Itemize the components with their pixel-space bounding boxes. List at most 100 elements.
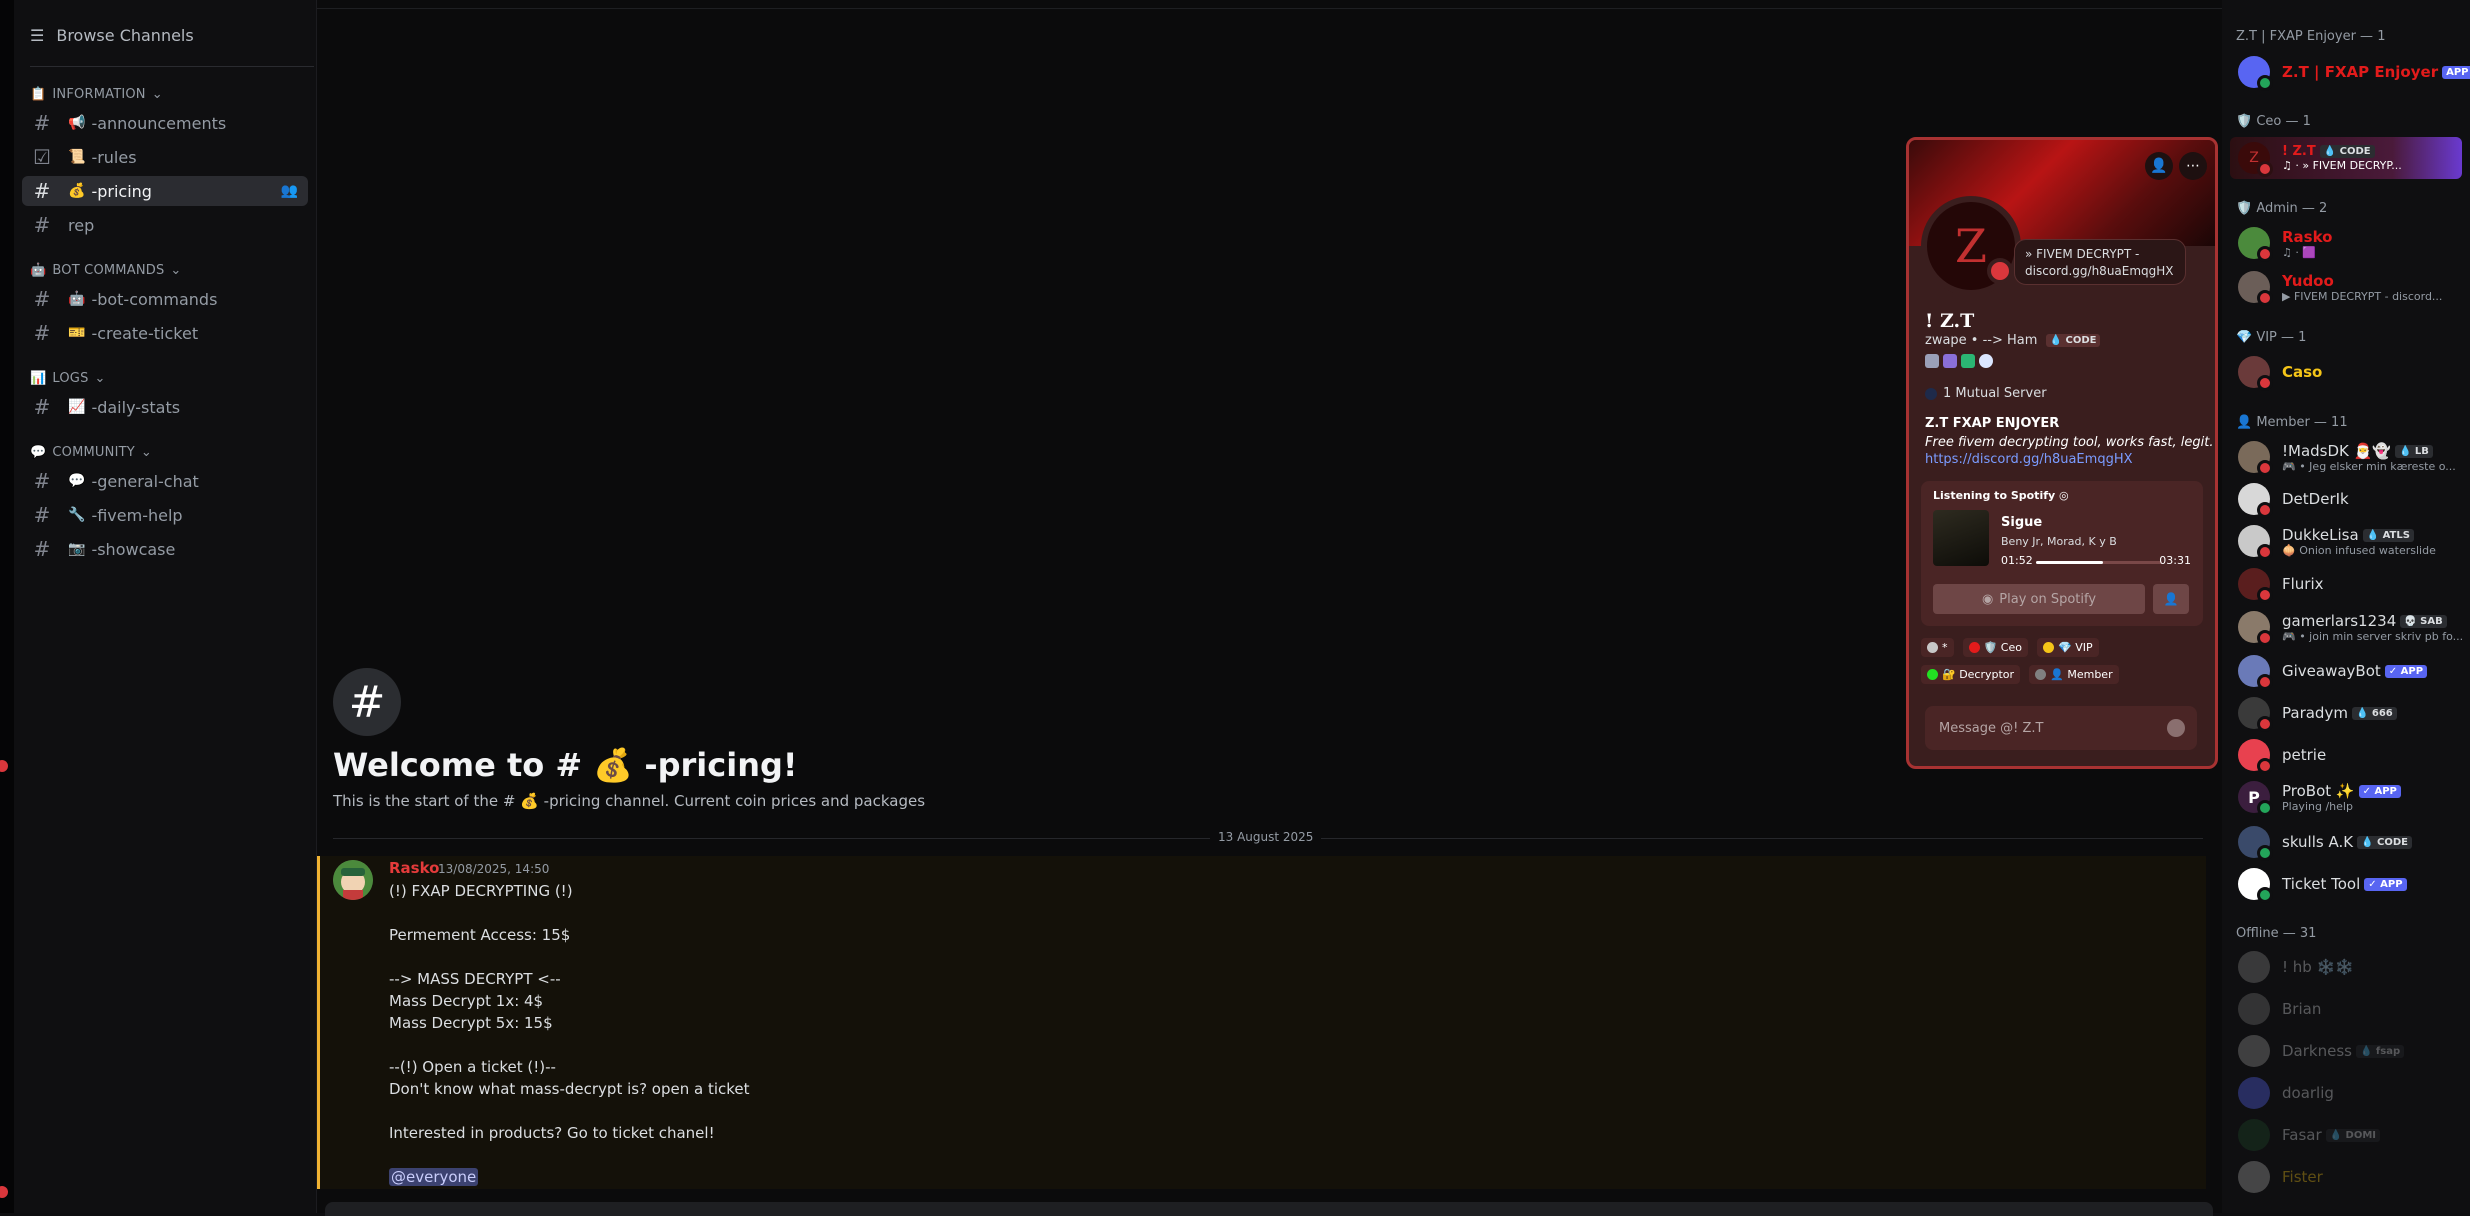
member-item-selected[interactable]: Z ! Z.T 💧 CODE ♫ · » FIVEM DECRYP...	[2230, 137, 2462, 179]
channel-emoji: 📷	[68, 541, 86, 557]
member-item[interactable]: Yudoo ▶ FIVEM DECRYPT - discord...	[2230, 268, 2462, 306]
category-logs[interactable]: 📊 LOGS ⌄	[30, 371, 106, 386]
more-icon[interactable]: ⋯	[2179, 152, 2207, 180]
avatar	[2238, 356, 2273, 391]
member-item[interactable]: Flurix	[2230, 565, 2462, 603]
message-line: (!) FXAP DECRYPTING (!)	[389, 882, 573, 900]
role-chip[interactable]: *	[1921, 638, 1954, 657]
progress-fill	[2036, 561, 2103, 564]
play-on-spotify-button[interactable]: ◉ Play on Spotify	[1933, 584, 2145, 614]
listen-along-button[interactable]: 👤	[2153, 584, 2189, 614]
member-item[interactable]: Z.T | FXAP Enjoyer APP	[2230, 53, 2470, 91]
song-artist[interactable]: Beny Jr, Morad, K y B	[2001, 535, 2117, 548]
role-color-dot	[2035, 669, 2047, 680]
category-label: LOGS	[52, 371, 89, 386]
spotify-icon: ◉	[1981, 591, 1994, 607]
profile-message-input[interactable]: Message @! Z.T	[1925, 706, 2197, 750]
hash-badge-icon[interactable]	[1961, 354, 1975, 368]
member-item[interactable]: doarlig	[2230, 1074, 2462, 1112]
channel-rep[interactable]: # rep	[22, 210, 308, 240]
channel-create-ticket[interactable]: # 🎫 -create-ticket	[22, 318, 308, 348]
channel-bot-commands[interactable]: # 🤖 -bot-commands	[22, 284, 308, 314]
category-label: COMMUNITY	[52, 445, 135, 460]
server-strip	[0, 0, 14, 1213]
channel-label: -announcements	[91, 113, 227, 133]
member-item[interactable]: Paradym 💧 666	[2230, 694, 2462, 732]
avatar: Z	[2238, 142, 2273, 177]
member-item[interactable]: petrie	[2230, 736, 2462, 774]
member-item[interactable]: !MadsDK 🎅👻 💧 LB 🎮 • Jeg elsker min kæreste…	[2230, 438, 2462, 476]
category-information[interactable]: 📋 INFORMATION ⌄	[30, 87, 163, 102]
chevron-down-icon: ⌄	[94, 371, 106, 386]
member-item[interactable]: DukkeLisa 💧 ATLS 🧅 Onion infused waterslid…	[2230, 522, 2462, 560]
emoji-icon[interactable]	[2167, 719, 2185, 737]
member-name: ! Z.T	[2282, 144, 2316, 159]
role-label: 🔐 Decryptor	[1942, 668, 2015, 681]
member-item[interactable]: Darkness 💧 fsap	[2230, 1032, 2462, 1070]
message-line: --(!) Open a ticket (!)--	[389, 1058, 556, 1076]
message-line: Mass Decrypt 5x: 15$	[389, 1014, 553, 1032]
hash-icon: #	[33, 213, 51, 237]
song-title[interactable]: Sigue	[2001, 515, 2042, 530]
member-item[interactable]: GiveawayBot ✓ APP	[2230, 652, 2462, 690]
hash-icon: #	[33, 111, 51, 135]
message-line	[389, 1034, 750, 1056]
channel-emoji: 🎫	[68, 325, 86, 341]
browse-channels-button[interactable]: ☰ Browse Channels	[30, 26, 194, 45]
role-chip[interactable]: 🔐 Decryptor	[1921, 665, 2021, 684]
channel-general-chat[interactable]: # 💬 -general-chat	[22, 466, 308, 496]
member-item[interactable]: Rasko ♫ · 🟪	[2230, 224, 2462, 262]
member-name: Paradym	[2282, 704, 2348, 722]
member-item[interactable]: ! hb ❄️❄️	[2230, 948, 2462, 986]
member-item[interactable]: P ProBot ✨ ✓ APP Playing /help	[2230, 778, 2462, 816]
avatar	[2238, 441, 2273, 476]
channel-pricing[interactable]: # 💰 -pricing 👥	[22, 176, 308, 206]
message-line: Mass Decrypt 1x: 4$	[389, 992, 544, 1010]
channel-label: -create-ticket	[91, 323, 199, 343]
channel-announcements[interactable]: # 📢 -announcements	[22, 108, 308, 138]
album-art[interactable]	[1933, 510, 1989, 566]
message-author[interactable]: Rasko	[389, 859, 439, 877]
member-name: Fister	[2282, 1168, 2323, 1186]
member-name: Caso	[2282, 363, 2323, 381]
username-text: zwape • --> Ham	[1925, 333, 2038, 348]
mutual-servers[interactable]: 1 Mutual Server	[1925, 386, 2047, 401]
member-item[interactable]: DetDerIk	[2230, 480, 2462, 518]
profile-popout: 👤 ⋯ Z » FIVEM DECRYPT - discord.gg/h8uaE…	[1906, 137, 2218, 769]
channel-showcase[interactable]: # 📷 -showcase	[22, 534, 308, 564]
chevron-down-icon: ⌄	[170, 263, 182, 278]
shield-badge-icon[interactable]	[1943, 354, 1957, 368]
message-timestamp: 13/08/2025, 14:50	[438, 862, 550, 876]
member-item[interactable]: skulls A.K 💧 CODE	[2230, 823, 2462, 861]
member-item[interactable]: Fasar 💧 DOMI	[2230, 1116, 2462, 1154]
nitro-badge-icon[interactable]	[1979, 354, 1993, 368]
server-icon	[1925, 387, 1937, 400]
add-member-icon[interactable]: 👥	[281, 183, 298, 199]
role-chip[interactable]: 🛡️ Ceo	[1962, 638, 2028, 657]
channel-label: -showcase	[91, 539, 176, 559]
everyone-mention[interactable]: @everyone	[389, 1168, 479, 1186]
member-item[interactable]: Fister	[2230, 1158, 2462, 1196]
avatar	[2238, 271, 2273, 306]
add-friend-icon[interactable]: 👤	[2145, 152, 2173, 180]
bio-link[interactable]: https://discord.gg/h8uaEmqgHX	[1925, 452, 2133, 467]
member-item[interactable]: Caso	[2230, 353, 2462, 391]
role-chip[interactable]: 👤 Member	[2029, 665, 2119, 684]
channel-daily-stats[interactable]: # 📈 -daily-stats	[22, 392, 308, 422]
category-icon: 🤖	[30, 263, 47, 278]
badge-icon[interactable]	[1925, 354, 1939, 368]
channel-fivem-help[interactable]: # 🔧 -fivem-help	[22, 500, 308, 530]
hash-icon: #	[33, 321, 51, 345]
avatar-image	[333, 860, 373, 900]
category-bot-commands[interactable]: 🤖 BOT COMMANDS ⌄	[30, 263, 182, 278]
message-input[interactable]	[325, 1202, 2213, 1216]
member-item[interactable]: Ticket Tool ✓ APP	[2230, 865, 2462, 903]
category-community[interactable]: 💬 COMMUNITY ⌄	[30, 445, 152, 460]
avatar[interactable]	[333, 860, 373, 900]
channel-rules[interactable]: ☑ 📜 -rules	[22, 142, 308, 172]
avatar	[2238, 826, 2273, 861]
member-list: Z.T | FXAP Enjoyer — 1 Z.T | FXAP Enjoye…	[2222, 0, 2470, 1213]
role-chip[interactable]: 💎 VIP	[2037, 638, 2099, 657]
member-item[interactable]: gamerlars1234 💀 SAB 🎮 • join min server sk…	[2230, 608, 2462, 646]
member-item[interactable]: Brian	[2230, 990, 2462, 1028]
